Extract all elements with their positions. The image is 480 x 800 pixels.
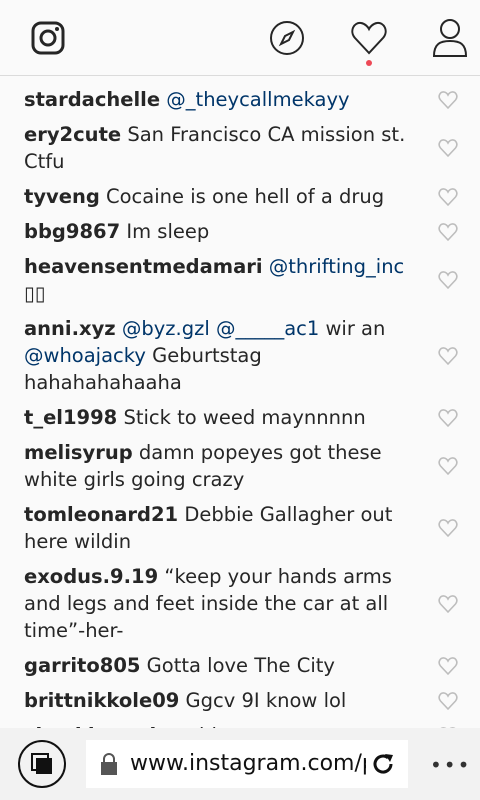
url-text[interactable]: www.instagram.com/p/	[130, 750, 366, 778]
top-nav-bar	[0, 0, 480, 76]
comment-text: Ggcv 9I know lol	[185, 689, 347, 712]
notification-dot	[366, 60, 372, 66]
comment-text: Cocaine is one hell of a drug	[106, 185, 385, 208]
comment-row: anni.xyz @byz.gzl @_____ac1 wir an @whoa…	[0, 311, 480, 400]
comment-username[interactable]: melisyrup	[24, 441, 133, 464]
comment-username[interactable]: exodus.9.19	[24, 565, 158, 588]
like-heart-icon[interactable]	[438, 187, 458, 207]
like-heart-icon[interactable]	[438, 90, 458, 110]
like-heart-icon[interactable]	[438, 222, 458, 242]
lock-icon	[100, 752, 118, 780]
comment-mention[interactable]: @_theycallmekayy	[166, 88, 349, 111]
like-heart-icon[interactable]	[438, 408, 458, 428]
comment-username[interactable]: garrito805	[24, 654, 140, 677]
like-heart-icon[interactable]	[438, 691, 458, 711]
comment-text: Gotta love The City	[146, 654, 335, 677]
activity-heart-icon[interactable]	[349, 18, 389, 58]
like-heart-icon[interactable]	[438, 138, 458, 158]
instagram-logo-icon[interactable]	[28, 18, 68, 58]
browser-bottom-bar: www.instagram.com/p/ •••	[0, 728, 480, 800]
comment-mention[interactable]: @whoajacky	[24, 344, 146, 367]
like-heart-icon[interactable]	[438, 456, 458, 476]
like-heart-icon[interactable]	[438, 594, 458, 614]
comment-username[interactable]: tyveng	[24, 185, 100, 208]
comment-row: ery2cute San Francisco CA mission st. Ct…	[0, 117, 480, 179]
comment-text: wir an	[319, 317, 386, 340]
comment-row: chuckie_acdp acid	[0, 718, 480, 728]
comment-row: garrito805 Gotta love The City	[0, 648, 480, 683]
comment-row: brittnikkole09 Ggcv 9I know lol	[0, 683, 480, 718]
comment-text: Stick to weed maynnnnn	[123, 406, 366, 429]
comment-row: melisyrup damn popeyes got these white g…	[0, 435, 480, 497]
comment-row: t_el1998 Stick to weed maynnnnn	[0, 400, 480, 435]
comment-username[interactable]: ery2cute	[24, 123, 121, 146]
comment-row: exodus.9.19 “keep your hands arms and le…	[0, 559, 480, 648]
comment-text: Im sleep	[126, 220, 210, 243]
comment-row: heavensentmedamari @thrifting_inc ▯▯	[0, 249, 480, 311]
comment-username[interactable]: stardachelle	[24, 88, 160, 111]
profile-icon[interactable]	[430, 18, 470, 58]
comment-username[interactable]: heavensentmedamari	[24, 255, 263, 278]
comment-mention[interactable]: @thrifting_inc	[269, 255, 405, 278]
explore-compass-icon[interactable]	[267, 18, 307, 58]
comment-username[interactable]: anni.xyz	[24, 317, 116, 340]
comment-username[interactable]: brittnikkole09	[24, 689, 179, 712]
comment-mention[interactable]: @_____ac1	[216, 317, 319, 340]
like-heart-icon[interactable]	[438, 346, 458, 366]
address-bar[interactable]: www.instagram.com/p/	[86, 740, 408, 788]
comment-username[interactable]: t_el1998	[24, 406, 117, 429]
comment-mention[interactable]: @byz.gzl	[122, 317, 210, 340]
reload-icon[interactable]	[370, 751, 396, 781]
like-heart-icon[interactable]	[438, 270, 458, 290]
like-heart-icon[interactable]	[438, 518, 458, 538]
like-heart-icon[interactable]	[438, 656, 458, 676]
comment-username[interactable]: tomleonard21	[24, 503, 178, 526]
comment-row: stardachelle @_theycallmekayy	[0, 82, 480, 117]
comments-list: stardachelle @_theycallmekayy ery2cute Sa…	[0, 76, 480, 728]
comment-row: bbg9867 Im sleep	[0, 214, 480, 249]
comment-row: tyveng Cocaine is one hell of a drug	[0, 179, 480, 214]
comment-text: ▯▯	[24, 282, 46, 305]
comment-username[interactable]: bbg9867	[24, 220, 120, 243]
comment-row: tomleonard21 Debbie Gallagher out here w…	[0, 497, 480, 559]
more-icon[interactable]: •••	[430, 755, 471, 775]
tabs-icon[interactable]	[18, 740, 66, 788]
